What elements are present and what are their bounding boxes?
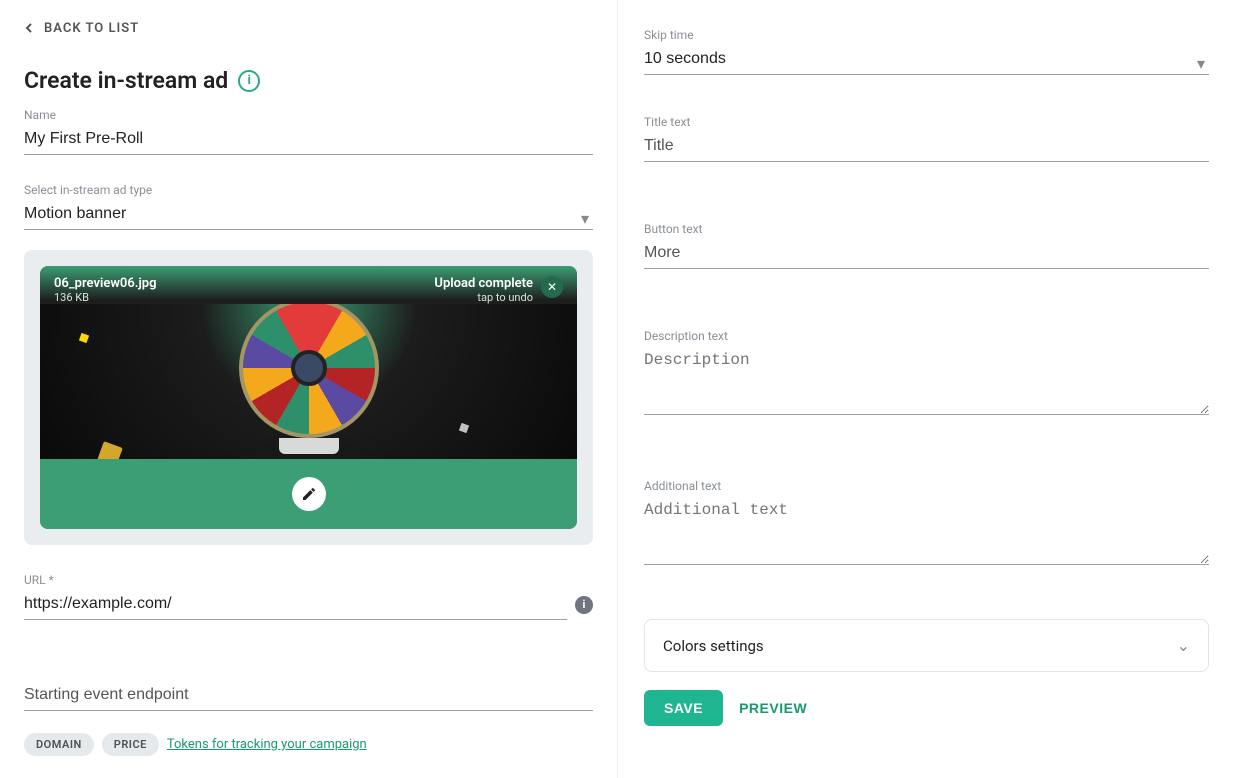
upload-file-size: 136 KB (54, 291, 157, 304)
confetti-decor (79, 333, 89, 343)
pencil-icon (301, 486, 317, 502)
title-text-label: Title text (644, 115, 1209, 129)
skip-time-label: Skip time (644, 28, 1209, 42)
wheel-stand (279, 438, 339, 454)
creative-preview-card: 06_preview06.jpg 136 KB Upload complete … (24, 250, 593, 545)
ad-type-label: Select in-stream ad type (24, 183, 593, 197)
description-textarea[interactable] (644, 345, 1209, 415)
wheel-center-icon (291, 350, 327, 386)
colors-settings-title: Colors settings (663, 637, 764, 655)
creative-image (40, 304, 577, 459)
url-input[interactable] (24, 589, 567, 620)
button-text-label: Button text (644, 222, 1209, 236)
title-text-input[interactable] (644, 131, 1209, 162)
page-title: Create in-stream ad (24, 67, 228, 94)
upload-undo-hint: tap to undo (434, 291, 533, 304)
domain-chip[interactable]: DOMAIN (24, 733, 94, 756)
gift-decor (97, 441, 123, 459)
colors-settings-accordion[interactable]: Colors settings ⌄ (644, 619, 1209, 672)
back-label: BACK TO LIST (44, 21, 139, 36)
preview-button[interactable]: PREVIEW (739, 700, 807, 716)
button-text-input[interactable] (644, 238, 1209, 269)
info-icon[interactable]: i (238, 70, 260, 92)
name-input[interactable] (24, 124, 593, 155)
url-info-icon[interactable]: i (575, 596, 593, 614)
ad-type-select[interactable] (24, 199, 593, 230)
chevron-left-icon (24, 23, 34, 33)
upload-file-name: 06_preview06.jpg (54, 276, 157, 291)
additional-textarea[interactable] (644, 495, 1209, 565)
url-label: URL * (24, 573, 593, 587)
additional-text-label: Additional text (644, 479, 1209, 493)
name-label: Name (24, 108, 593, 122)
close-upload-button[interactable]: ✕ (541, 276, 563, 298)
back-to-list-link[interactable]: BACK TO LIST (24, 21, 139, 36)
tokens-tracking-link[interactable]: Tokens for tracking your campaign (167, 737, 367, 752)
skip-time-select[interactable] (644, 44, 1209, 75)
description-text-label: Description text (644, 329, 1209, 343)
upload-status: Upload complete (434, 276, 533, 291)
starting-event-endpoint-input[interactable] (24, 680, 593, 711)
save-button[interactable]: SAVE (644, 690, 723, 726)
chevron-down-icon: ⌄ (1177, 636, 1190, 655)
confetti-decor (459, 423, 469, 433)
edit-creative-button[interactable] (292, 477, 326, 511)
price-chip[interactable]: PRICE (102, 733, 159, 756)
